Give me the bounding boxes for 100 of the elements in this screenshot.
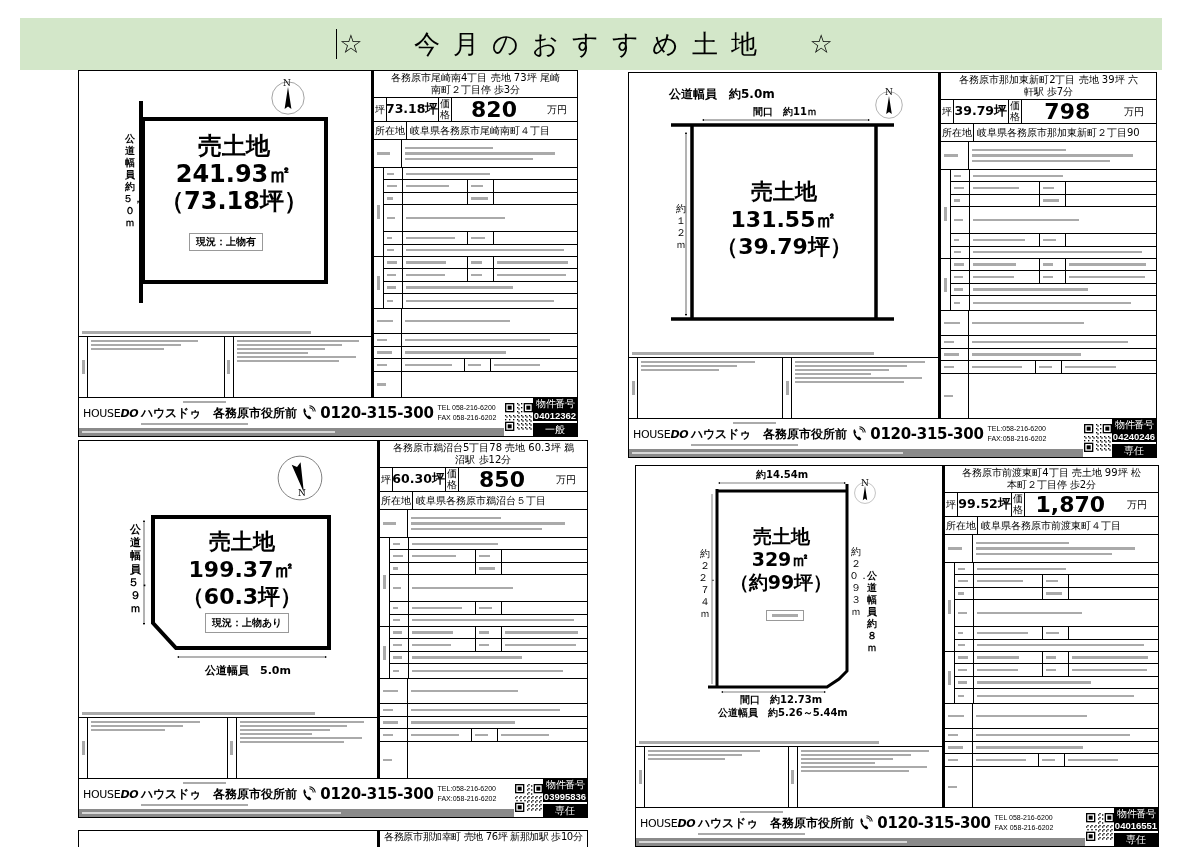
fine-print-drawing	[631, 381, 635, 395]
fine-print-drawing	[382, 689, 399, 693]
fine-print-drawing	[467, 363, 482, 367]
fine-print-drawing	[957, 592, 964, 595]
address-value: 岐阜県各務原市前渡東町４丁目	[979, 518, 1122, 533]
fine-print-drawing	[957, 656, 968, 659]
dimension-label: 約１２ｍ	[674, 203, 687, 251]
fine-print-drawing	[953, 251, 961, 254]
dimension-label: 公道幅員 約5.0m	[669, 87, 775, 102]
fine-print-drawing	[953, 186, 965, 190]
fine-print-drawing	[81, 360, 85, 374]
land-title: 売土地	[209, 529, 275, 555]
fine-print-drawing	[386, 172, 395, 175]
field-label: 所在地	[373, 122, 407, 139]
deal-type: 専任	[1114, 833, 1158, 846]
fine-print-drawing	[392, 631, 403, 634]
fine-print-drawing	[392, 669, 399, 673]
field-label: 坪	[379, 468, 393, 491]
fine-print-drawing	[405, 236, 455, 240]
fine-print-drawing	[376, 319, 393, 323]
phone-number: 0120-315-300	[877, 814, 991, 832]
field-label: 物件番号	[543, 779, 587, 791]
fine-print-drawing	[478, 643, 489, 647]
qr-code	[514, 784, 543, 812]
fine-print-drawing	[382, 645, 386, 660]
fine-print-drawing	[1042, 263, 1054, 266]
fine-print-drawing	[953, 301, 960, 305]
fine-print-drawing	[772, 614, 798, 617]
qr-code	[504, 403, 533, 431]
property-number: 03995836	[543, 791, 587, 802]
fine-print-drawing	[471, 184, 484, 188]
fine-print-drawing	[227, 360, 231, 374]
price-unit: 万円	[555, 472, 578, 487]
address-value: 岐阜県各務原市尾崎南町４丁目	[408, 123, 551, 138]
listing-title: 各務原市那加幸町 売地 76坪 新那加駅 歩10分	[384, 831, 583, 843]
fine-print-drawing	[376, 383, 387, 386]
price-unit: 万円	[1125, 497, 1148, 512]
tsubo-value: 73.18坪	[386, 98, 439, 121]
brand-logo: HOUSEDO	[633, 427, 689, 441]
field-label: 価格	[1012, 493, 1026, 516]
fine-print-drawing	[376, 363, 387, 367]
price-value: 820	[470, 98, 518, 121]
fine-print-drawing	[1042, 186, 1055, 190]
fine-print-drawing	[1038, 365, 1053, 369]
fine-print-drawing	[740, 810, 783, 813]
land-title: 売土地	[198, 133, 270, 161]
fine-print-drawing	[957, 611, 967, 615]
fine-print-drawing	[943, 321, 960, 325]
fine-print-drawing	[957, 579, 969, 583]
fine-print-drawing	[478, 554, 491, 558]
fine-print-drawing	[957, 567, 966, 570]
fine-print-drawing	[957, 681, 968, 684]
land-area: 131.55㎡	[730, 207, 838, 233]
fine-print-drawing	[471, 273, 482, 277]
fine-print-drawing	[1045, 656, 1057, 659]
north-label: N	[885, 88, 893, 98]
fine-print-drawing	[183, 781, 226, 784]
fine-print-drawing	[392, 567, 399, 570]
fine-print-drawing	[947, 547, 962, 550]
dimension-label: 公道幅員 5.0m	[205, 664, 291, 678]
fine-print-drawing	[376, 204, 380, 219]
listing-title: 各務原市鵜沼台5丁目78 売地 60.3坪 鵜沼駅 歩12分	[391, 442, 575, 466]
fine-print-drawing	[386, 216, 396, 220]
fine-print-drawing	[386, 184, 398, 188]
fine-print-drawing	[411, 554, 457, 558]
fine-print-drawing	[971, 365, 1022, 369]
land-tsubo: （39.79坪）	[716, 234, 852, 260]
fine-print-drawing	[976, 631, 1029, 635]
fine-print-drawing	[382, 708, 393, 712]
property-number: 04016551	[1114, 820, 1158, 831]
fine-print-drawing	[382, 733, 393, 737]
fine-print-drawing	[392, 542, 401, 545]
field-label: 坪	[944, 493, 958, 516]
land-area: 329㎡	[751, 549, 811, 571]
fine-print-drawing	[493, 363, 541, 367]
fine-print-drawing	[953, 218, 963, 222]
fine-print-drawing	[386, 249, 394, 252]
fine-print-drawing	[943, 206, 947, 221]
phone-number: 0120-315-300	[320, 404, 434, 422]
fine-print-drawing	[972, 186, 1020, 190]
fine-print-drawing	[478, 567, 495, 570]
fine-print-drawing	[791, 770, 795, 784]
fine-print-drawing	[230, 741, 234, 755]
fine-print-drawing	[972, 263, 1016, 266]
fine-print-drawing	[81, 741, 85, 755]
fine-print-drawing	[392, 606, 399, 610]
fine-print-drawing	[947, 785, 958, 789]
price-unit: 万円	[545, 102, 568, 117]
north-label: N	[283, 79, 291, 89]
shop-name: ハウスドゥ 各務原市役所前	[141, 785, 298, 803]
dimension-label: 間口 約11ｍ	[753, 106, 817, 118]
field-label: 価格	[1008, 100, 1022, 123]
page-title: ☆ 今月のおすすめ土地 ☆	[339, 27, 846, 61]
fine-print-drawing	[975, 758, 1026, 762]
qr-code	[1083, 424, 1112, 452]
fine-print-drawing	[943, 394, 954, 398]
property-number: 04240246	[1112, 431, 1156, 442]
north-label: N	[861, 479, 869, 489]
address-value: 岐阜県各務原市那加東新町２丁目90	[975, 125, 1141, 140]
land-tsubo: （60.3坪）	[181, 584, 303, 610]
